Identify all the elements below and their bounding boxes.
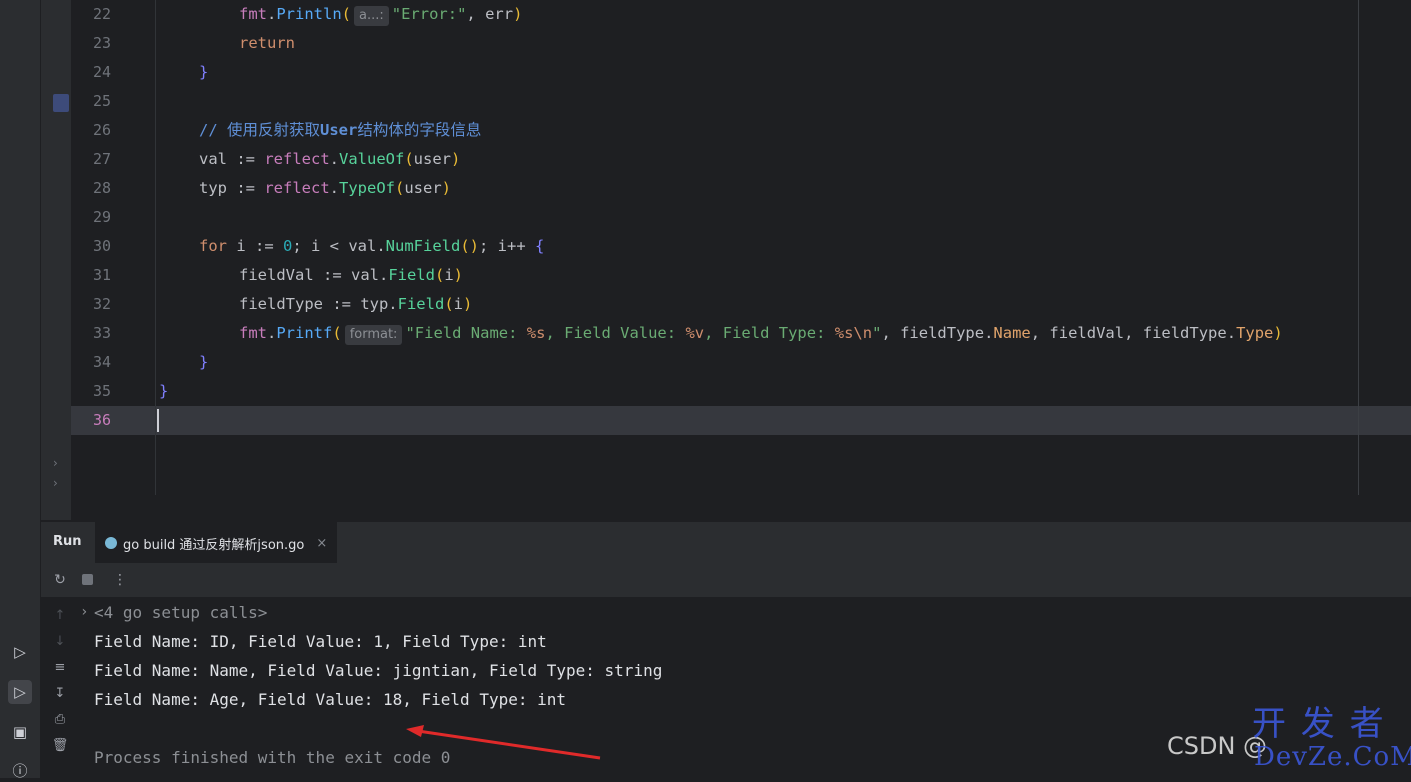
scroll-to-end-icon[interactable]: ↧ <box>51 684 69 702</box>
scroll-down-icon[interactable]: ↓ <box>51 632 69 650</box>
line-number: 29 <box>71 203 155 232</box>
run-panel-header: Run go build 通过反射解析json.go × <box>41 521 1411 566</box>
structure-strip: › › <box>41 0 71 520</box>
code-line-text: for i := 0; i < val.NumField(); i++ { <box>199 237 545 255</box>
code-line-text: } <box>159 382 169 400</box>
code-line[interactable]: typ := reflect.TypeOf(user) <box>156 174 1411 203</box>
line-number-label: 36 <box>92 411 111 429</box>
line-number-label: 34 <box>92 353 111 371</box>
line-number-label: 27 <box>92 150 111 168</box>
line-number: 24 <box>71 58 155 87</box>
code-line[interactable] <box>156 87 1411 116</box>
line-number: 23 <box>71 29 155 58</box>
code-editor[interactable]: › › 22 23 24 25 26 27 28 29 30 31 32 33 34 35 36 fmt.P… <box>41 0 1411 520</box>
problems-icon[interactable]: ⓘ <box>8 758 32 782</box>
code-line[interactable]: // 使用反射获取User结构体的字段信息 <box>156 116 1411 145</box>
code-line[interactable]: } <box>156 58 1411 87</box>
code-line-text: typ := reflect.TypeOf(user) <box>199 179 452 197</box>
line-number: 22 <box>71 0 155 29</box>
terminal-icon[interactable]: ▣ <box>8 720 32 744</box>
line-number-label: 35 <box>92 382 111 400</box>
run-panel-title: Run <box>53 534 82 549</box>
code-line[interactable] <box>156 406 1411 435</box>
code-line-text: // 使用反射获取User结构体的字段信息 <box>199 121 482 139</box>
bookmark-marker <box>53 94 69 112</box>
line-number: 31 <box>71 261 155 290</box>
expand-setup-icon[interactable]: › <box>80 598 88 627</box>
run-config-tab[interactable]: go build 通过反射解析json.go × <box>95 522 338 566</box>
line-number: 35 <box>71 377 155 406</box>
tool-window-strip: ▷ ▷ ▣ ⓘ <box>0 0 41 780</box>
expand-icon[interactable]: › <box>53 456 67 470</box>
code-line[interactable] <box>156 203 1411 232</box>
code-line[interactable]: } <box>156 377 1411 406</box>
code-line-text: } <box>199 353 209 371</box>
devze-logo-bottom: DevZe.CoM <box>1254 742 1411 772</box>
line-number-label: 24 <box>92 63 111 81</box>
line-number: 30 <box>71 232 155 261</box>
expand-icon[interactable]: › <box>53 476 67 490</box>
code-line[interactable]: fieldType := typ.Field(i) <box>156 290 1411 319</box>
print-icon[interactable]: ⎙ <box>51 710 69 728</box>
run-tab-label: go build 通过反射解析json.go <box>123 537 305 553</box>
line-number-label: 28 <box>92 179 111 197</box>
line-number-label: 32 <box>92 295 111 313</box>
line-number-label: 23 <box>92 34 111 52</box>
code-line-text: fmt.Println(a...: "Error:", err) <box>239 0 522 29</box>
code-line[interactable]: for i := 0; i < val.NumField(); i++ { <box>156 232 1411 261</box>
code-line[interactable]: fmt.Printf(format: "Field Name: %s, Field… <box>156 319 1411 348</box>
line-number-gutter: 22 23 24 25 26 27 28 29 30 31 32 33 34 35 36 <box>71 0 155 495</box>
console-line: Field Name: Age, Field Value: 18, Field … <box>94 690 567 709</box>
soft-wrap-icon[interactable]: ≡ <box>51 658 69 676</box>
line-number: 27 <box>71 145 155 174</box>
code-line-text: } <box>199 63 209 81</box>
line-number: 32 <box>71 290 155 319</box>
code-line[interactable]: } <box>156 348 1411 377</box>
line-number-label: 31 <box>92 266 111 284</box>
console-line: Field Name: ID, Field Value: 1, Field Ty… <box>94 632 547 651</box>
setup-calls-line[interactable]: <4 go setup calls> <box>94 598 267 627</box>
line-number-label: 26 <box>92 121 111 139</box>
line-number: 33 <box>71 319 155 348</box>
code-line-text: fmt.Printf(format: "Field Name: %s, Field… <box>239 319 1283 348</box>
text-caret <box>157 409 159 432</box>
code-line-text: return <box>239 34 295 52</box>
more-options-icon[interactable]: ⋮ <box>111 571 129 589</box>
line-number: 36 <box>71 406 155 435</box>
exit-message: Process finished with the exit code 0 <box>94 748 451 767</box>
go-file-icon <box>105 537 117 549</box>
code-line-text: fieldVal := val.Field(i) <box>239 266 464 284</box>
services-icon[interactable]: ▷ <box>8 640 32 664</box>
line-number: 26 <box>71 116 155 145</box>
code-line[interactable]: fmt.Println(a...: "Error:", err) <box>156 0 1411 29</box>
code-text-area[interactable]: fmt.Println(a...: "Error:", err) return} //… <box>155 0 1411 495</box>
code-line[interactable]: fieldVal := val.Field(i) <box>156 261 1411 290</box>
annotation-arrow <box>406 725 601 760</box>
run-toolbar: ↻ ⋮ <box>41 563 1411 598</box>
line-number-label: 25 <box>92 92 111 110</box>
code-line[interactable]: return <box>156 29 1411 58</box>
code-line-text: fieldType := typ.Field(i) <box>239 295 473 313</box>
line-number-label: 29 <box>92 208 111 226</box>
rerun-icon[interactable]: ↻ <box>51 571 69 589</box>
code-line-text: val := reflect.ValueOf(user) <box>199 150 461 168</box>
clear-trash-icon[interactable]: 🗑 <box>51 736 69 754</box>
stop-icon[interactable] <box>82 574 93 585</box>
code-line[interactable]: val := reflect.ValueOf(user) <box>156 145 1411 174</box>
run-tool-icon[interactable]: ▷ <box>8 680 32 704</box>
close-tab-icon[interactable]: × <box>316 536 327 551</box>
devze-logo-top: 开 发 者 <box>1252 704 1386 744</box>
line-number: 34 <box>71 348 155 377</box>
scroll-up-icon[interactable]: ↑ <box>51 606 69 624</box>
line-number: 28 <box>71 174 155 203</box>
line-number-label: 30 <box>92 237 111 255</box>
console-line: Field Name: Name, Field Value: jigntian,… <box>94 661 663 680</box>
line-number-label: 22 <box>92 5 111 23</box>
console-side-toolbar: ↑ ↓ ≡ ↧ ⎙ 🗑 <box>41 598 77 778</box>
line-number: 25 <box>71 87 155 116</box>
line-number-label: 33 <box>92 324 111 342</box>
right-margin-guide <box>1358 0 1359 495</box>
